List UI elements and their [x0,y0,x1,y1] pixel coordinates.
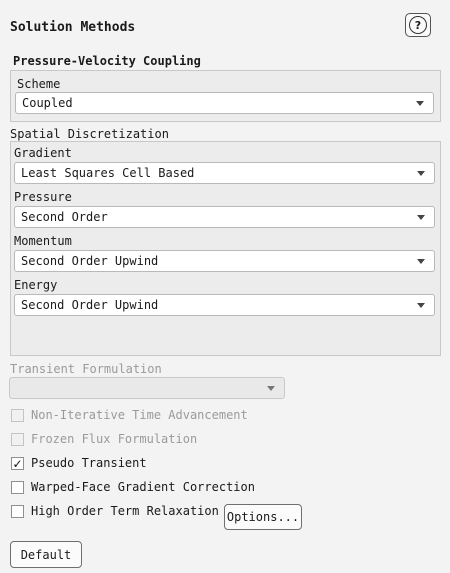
pseudo-transient-label: Pseudo Transient [31,456,147,470]
non-iterative-label: Non-Iterative Time Advancement [31,408,248,422]
warped-face-label: Warped-Face Gradient Correction [31,480,255,494]
frozen-flux-checkbox[interactable] [11,433,24,446]
chevron-down-icon [417,215,425,220]
momentum-dropdown[interactable]: Second Order Upwind [14,250,435,272]
gradient-dropdown[interactable]: Least Squares Cell Based [14,162,435,184]
spatial-title: Spatial Discretization [10,127,169,141]
checkmark-icon: ✓ [12,456,23,471]
pseudo-transient-checkbox[interactable]: ✓ [11,457,24,470]
transient-label: Transient Formulation [10,362,162,376]
scheme-value: Coupled [22,96,73,110]
default-button[interactable]: Default [10,541,82,568]
chevron-down-icon [417,171,425,176]
gradient-value: Least Squares Cell Based [21,166,195,180]
help-button[interactable]: ? [405,13,431,37]
warped-face-checkbox[interactable] [11,481,24,494]
chevron-down-icon [417,259,425,264]
energy-label: Energy [14,278,58,292]
pv-coupling-title: Pressure-Velocity Coupling [13,54,201,68]
high-order-label: High Order Term Relaxation [31,504,219,518]
non-iterative-checkbox[interactable] [11,409,24,422]
options-button[interactable]: Options... [224,504,302,530]
momentum-label: Momentum [14,234,72,248]
chevron-down-icon [416,101,424,106]
high-order-checkbox[interactable] [11,505,24,518]
scheme-dropdown[interactable]: Coupled [15,92,434,114]
pressure-dropdown[interactable]: Second Order [14,206,435,228]
energy-value: Second Order Upwind [21,298,159,312]
pressure-value: Second Order [21,210,108,224]
scheme-label: Scheme [17,77,61,91]
panel-title: Solution Methods [10,20,136,35]
chevron-down-icon [267,386,275,391]
momentum-value: Second Order Upwind [21,254,159,268]
help-icon: ? [409,16,427,34]
gradient-label: Gradient [14,146,72,160]
chevron-down-icon [417,303,425,308]
pressure-label: Pressure [14,190,72,204]
frozen-flux-label: Frozen Flux Formulation [31,432,198,446]
transient-dropdown[interactable] [9,377,285,399]
energy-dropdown[interactable]: Second Order Upwind [14,294,435,316]
